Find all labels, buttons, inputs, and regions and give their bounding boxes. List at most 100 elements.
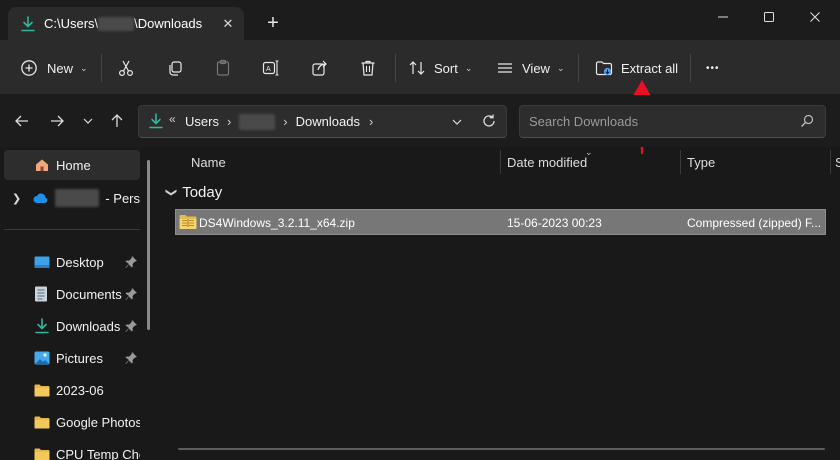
download-icon [20,16,36,32]
pin-icon[interactable] [124,255,138,269]
paste-button[interactable] [214,52,232,84]
more-options-button[interactable]: ••• [706,52,720,84]
sidebar-item-pictures[interactable]: Pictures [4,343,140,373]
plus-circle-icon [21,60,37,76]
sidebar-item-desktop[interactable]: Desktop [4,247,140,277]
sort-indicator-icon: ⌄ [585,147,593,157]
column-type[interactable]: Type [687,155,715,170]
breadcrumb-users[interactable]: Users [185,114,219,129]
sidebar-item-home[interactable]: Home [4,150,140,180]
redacted-username [98,16,135,31]
sidebar-item-label: Desktop [56,254,104,270]
sidebar-item-label: Documents [56,286,122,302]
folder-icon [34,446,50,460]
back-button[interactable] [12,111,32,131]
new-tab-button[interactable]: + [263,13,283,34]
collapse-chevron-icon[interactable]: ❯ [165,188,178,197]
tab-close-button[interactable]: ✕ [220,16,236,32]
column-divider[interactable] [680,150,681,174]
sidebar-item-label: Pictures [56,350,103,366]
sidebar-scrollbar[interactable] [147,160,150,330]
new-label: New [47,60,74,76]
command-bar: New ⌄ A Sort ⌄ View ⌄ Extract all ••• [0,40,840,95]
share-icon [312,60,327,76]
breadcrumb-separator-icon[interactable]: › [369,114,373,129]
overflow-chevrons-icon[interactable]: « [169,112,176,126]
rename-icon: A [262,60,279,76]
file-type: Compressed (zipped) F... [687,216,822,230]
sort-icon [409,61,425,75]
sidebar-item-documents[interactable]: Documents [4,279,140,309]
copy-button[interactable] [166,52,184,84]
minimize-button[interactable] [708,6,738,28]
column-date-modified[interactable]: Date modified [507,155,587,170]
rename-button[interactable]: A [262,52,280,84]
sidebar-item-downloads[interactable]: Downloads [4,311,140,341]
search-box[interactable]: Search Downloads [519,105,826,138]
share-button[interactable] [311,52,329,84]
chevron-down-icon: ⌄ [464,62,473,73]
view-label: View [522,60,550,76]
address-history-button[interactable] [451,116,463,131]
redacted-username [239,113,276,130]
tab-downloads[interactable]: C:\Users\ \Downloads ✕ [8,7,244,40]
separator [690,54,691,82]
forward-button[interactable] [47,111,67,131]
view-button[interactable]: View ⌄ [496,52,565,84]
new-button[interactable]: New ⌄ [20,52,88,84]
arrow-right-icon [51,115,64,127]
group-header-today[interactable]: ❯ Today [165,184,223,201]
sort-label: Sort [434,60,458,76]
sort-button[interactable]: Sort ⌄ [408,52,472,84]
pictures-icon [34,350,50,366]
separator [578,54,579,82]
file-name: DS4Windows_3.2.11_x64.zip [199,216,355,230]
horizontal-scrollbar[interactable] [178,448,825,450]
tab-title: C:\Users\ \Downloads [44,16,202,31]
refresh-button[interactable] [481,113,497,132]
delete-button[interactable] [359,52,377,84]
arrow-left-icon [15,115,28,127]
pin-icon[interactable] [124,319,138,333]
sidebar-item-folder-2023-06[interactable]: 2023-06 [4,375,140,405]
column-divider[interactable] [830,150,831,174]
sidebar-item-folder-cpu-temp[interactable]: CPU Temp Chec [4,439,140,460]
search-input[interactable]: Search Downloads [529,114,638,129]
sidebar-item-label: Downloads [56,318,121,334]
separator [395,54,396,82]
cut-button[interactable] [117,52,135,84]
file-row[interactable]: DS4Windows_3.2.11_x64.zip 15-06-2023 00:… [175,209,826,235]
zip-folder-icon [179,214,197,233]
chevron-down-icon [83,118,93,124]
sidebar-item-label: 2023-06 [56,382,104,398]
pin-icon[interactable] [124,351,138,365]
address-bar[interactable]: « Users › › Downloads › [138,105,507,138]
cut-icon [118,60,134,77]
pin-icon[interactable] [124,287,138,301]
group-label: Today [182,184,223,201]
separator [101,54,102,82]
sidebar-home-label: Home [56,157,91,173]
maximize-button[interactable] [754,6,784,28]
column-size[interactable]: S [835,155,840,170]
column-divider[interactable] [500,150,501,174]
documents-icon [34,286,50,302]
recent-locations-button[interactable] [78,111,98,131]
search-icon [800,114,814,131]
breadcrumb-downloads[interactable]: Downloads [296,114,360,129]
column-name[interactable]: Name [191,155,226,170]
svg-text:A: A [266,66,271,73]
onedrive-cloud-icon [33,190,49,206]
arrow-up-icon [111,114,123,127]
close-window-button[interactable] [800,6,830,28]
onedrive-label: - Pers [105,190,140,206]
expand-chevron-icon[interactable]: ❯ [12,192,21,205]
column-header-row: Name Date modified ⌄ Type S [160,147,840,177]
up-button[interactable] [107,111,127,131]
sidebar-item-label: Google Photos e [56,414,140,430]
sidebar-item-onedrive[interactable]: ❯ - Pers [4,183,140,213]
download-icon [148,113,164,132]
sidebar-item-folder-google-photos[interactable]: Google Photos e [4,407,140,437]
breadcrumb-separator-icon[interactable]: › [283,114,287,129]
breadcrumb-separator-icon[interactable]: › [227,114,231,129]
